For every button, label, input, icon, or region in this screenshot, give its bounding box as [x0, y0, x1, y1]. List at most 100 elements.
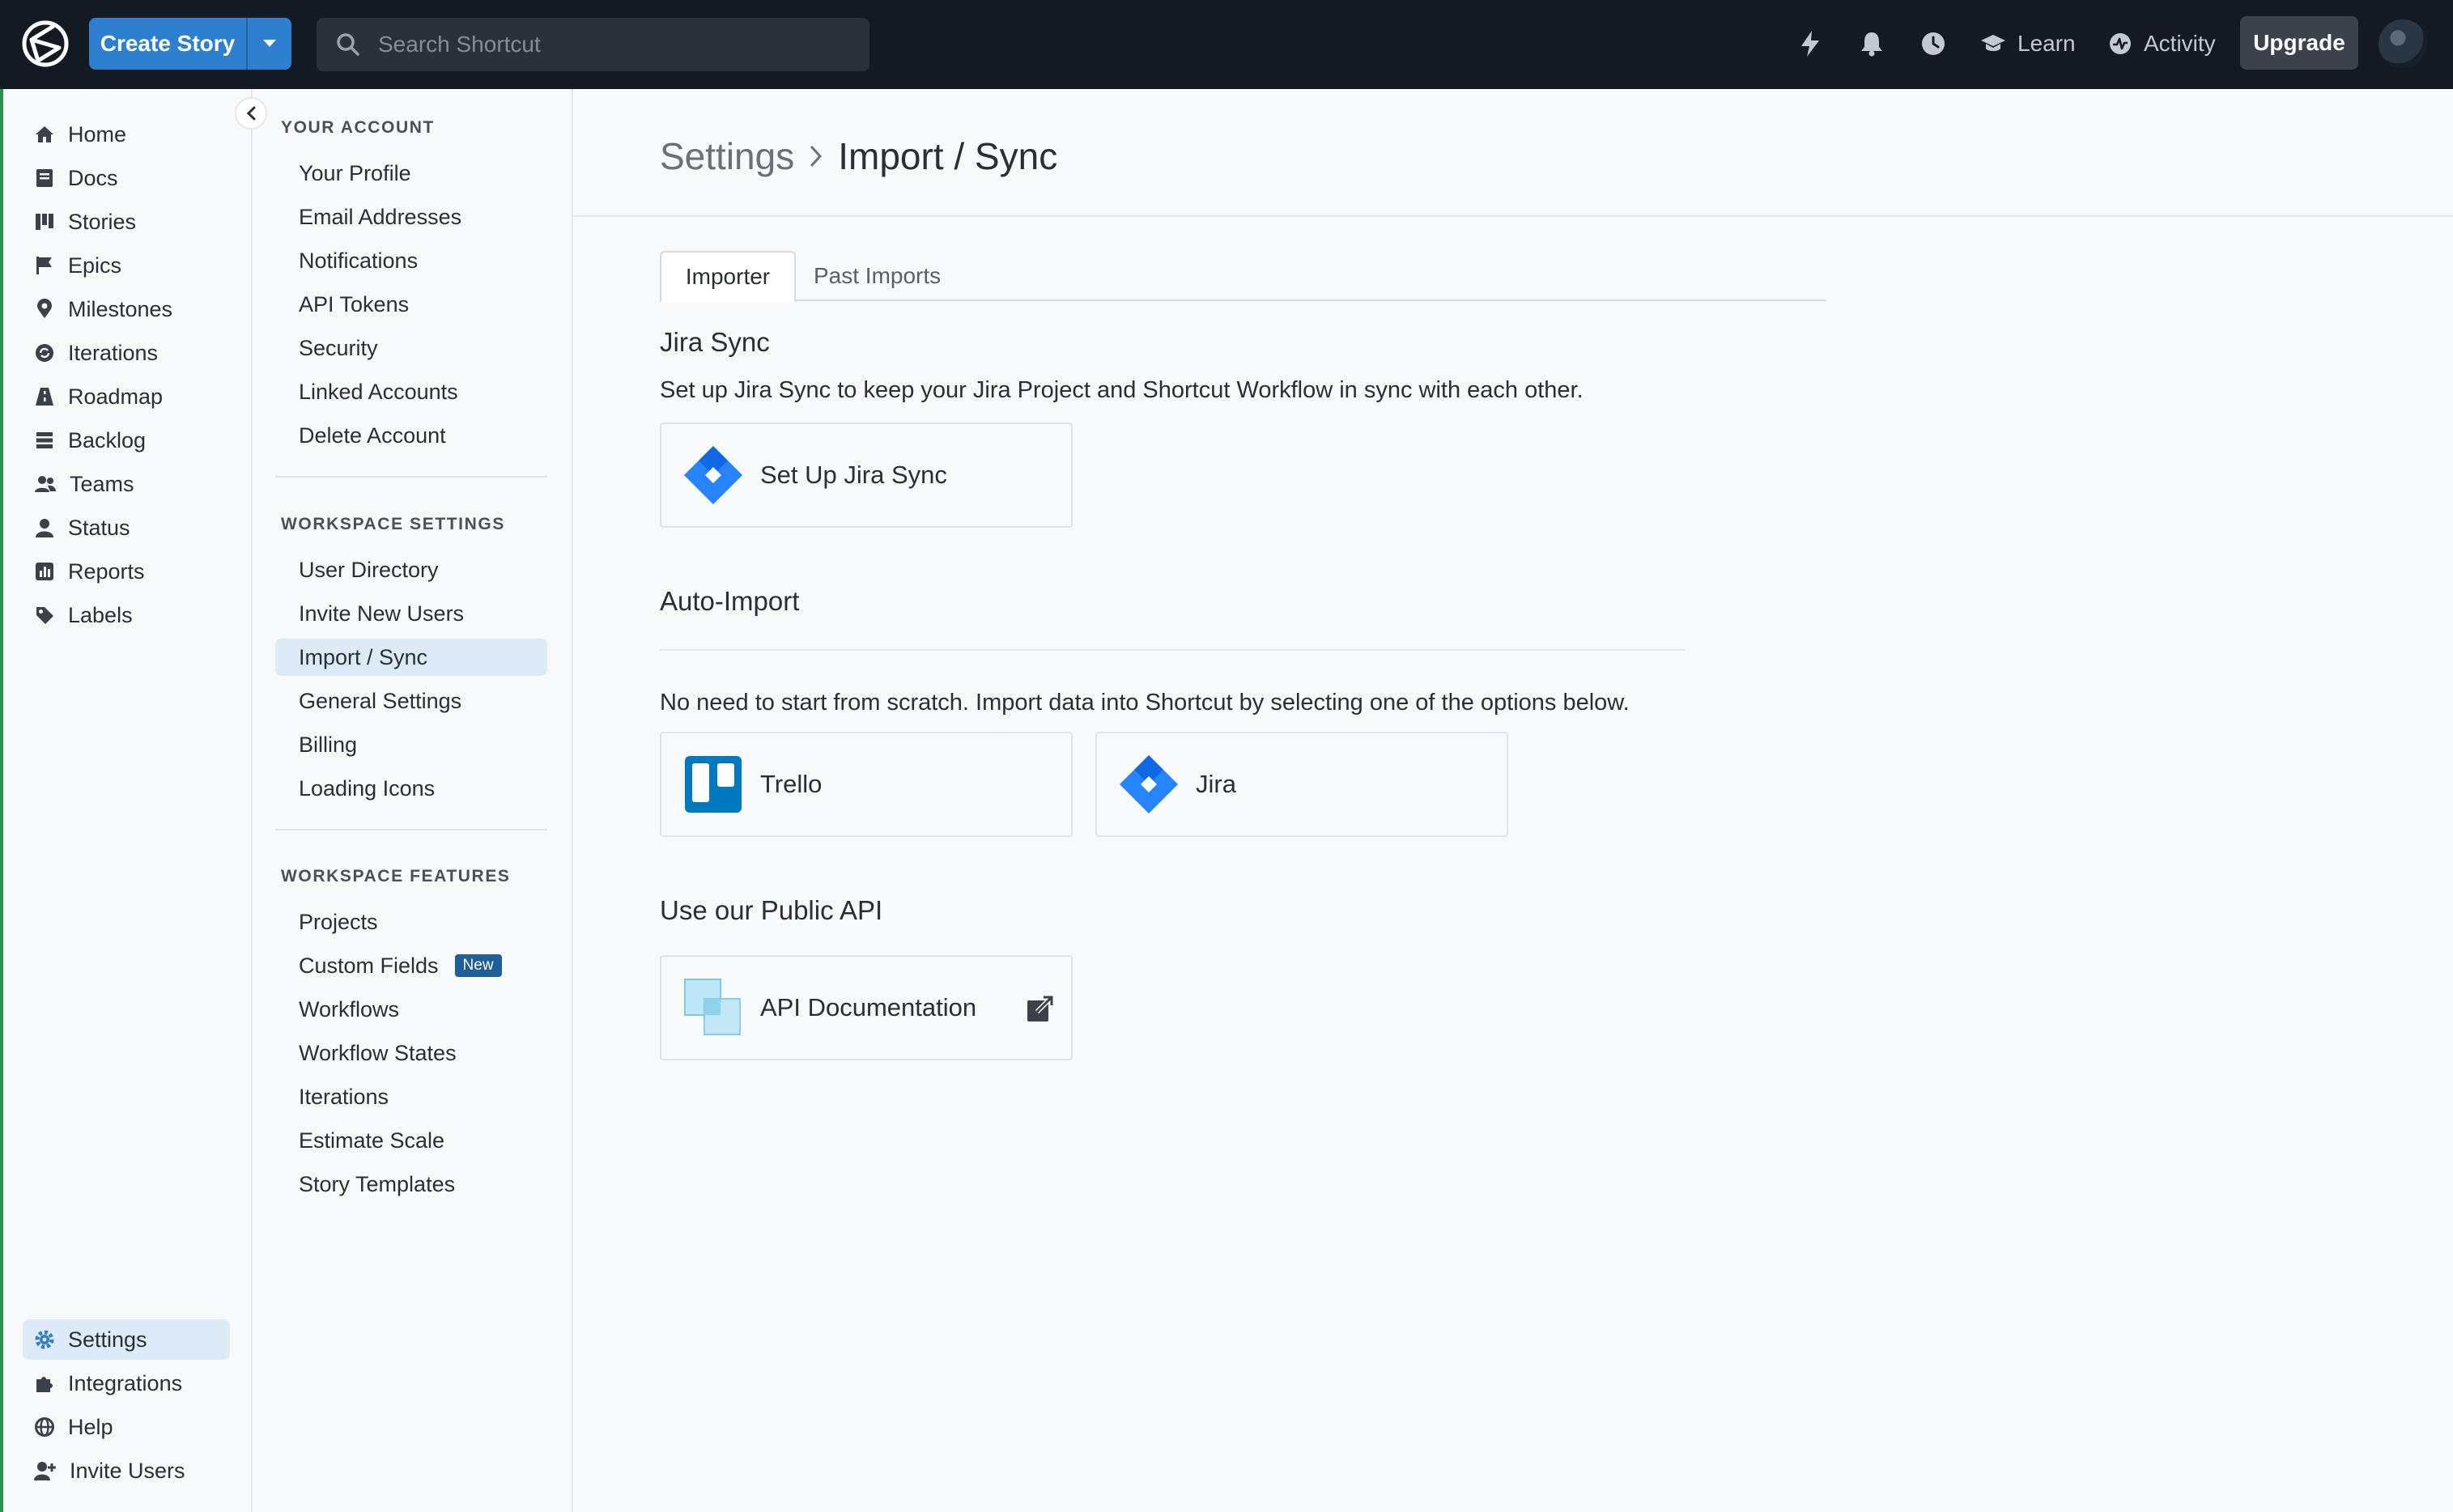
- breadcrumb-settings-link[interactable]: Settings: [660, 134, 794, 178]
- settings-item-workflow-states[interactable]: Workflow States: [275, 1034, 547, 1072]
- settings-item-iterations[interactable]: Iterations: [275, 1078, 547, 1115]
- learn-label: Learn: [2017, 31, 2076, 56]
- nav-item-reports[interactable]: Reports: [23, 551, 230, 592]
- nav-item-label: Help: [68, 1414, 113, 1439]
- nav-item-label: Teams: [70, 471, 134, 496]
- puzzle-icon: [36, 1377, 53, 1392]
- nav-item-integrations[interactable]: Integrations: [23, 1363, 230, 1404]
- nav-item-backlog[interactable]: Backlog: [23, 420, 230, 461]
- api-squares-icon: [682, 977, 744, 1038]
- kanban-icon: [36, 214, 53, 230]
- external-link-icon: [1026, 994, 1055, 1030]
- trello-icon: [682, 754, 744, 815]
- search-input[interactable]: Search Shortcut: [317, 18, 869, 71]
- nav-item-label: Milestones: [68, 296, 173, 321]
- nav-item-iterations[interactable]: Iterations: [23, 333, 230, 373]
- api-documentation-button[interactable]: API Documentation: [660, 955, 1073, 1060]
- nav-item-roadmap[interactable]: Roadmap: [23, 376, 230, 417]
- set-up-jira-sync-button[interactable]: Set Up Jira Sync: [660, 423, 1073, 528]
- settings-item-user-directory[interactable]: User Directory: [275, 551, 547, 588]
- activity-link[interactable]: Activity: [2108, 24, 2216, 63]
- tab-importer[interactable]: Importer: [660, 251, 796, 303]
- search-placeholder: Search Shortcut: [378, 32, 541, 57]
- nav-item-milestones[interactable]: Milestones: [23, 289, 230, 329]
- road-icon: [36, 388, 53, 406]
- auto-import-description: No need to start from scratch. Import da…: [660, 690, 1630, 716]
- nav-item-labels[interactable]: Labels: [23, 595, 230, 635]
- tab-past-imports[interactable]: Past Imports: [814, 251, 941, 301]
- nav-item-home[interactable]: Home: [23, 114, 230, 155]
- nav-item-label: Iterations: [68, 340, 159, 365]
- nav-item-settings[interactable]: Settings: [23, 1319, 230, 1360]
- workspace-settings-heading: WORKSPACE SETTINGS: [281, 515, 505, 533]
- nav-item-label: Roadmap: [68, 384, 164, 409]
- settings-item-loading-icons[interactable]: Loading Icons: [275, 770, 547, 807]
- new-badge: New: [454, 954, 502, 977]
- workspace-features-heading: WORKSPACE FEATURES: [281, 867, 511, 886]
- custom-fields-label: Custom Fields: [299, 953, 439, 978]
- settings-item-workflows[interactable]: Workflows: [275, 991, 547, 1028]
- set-up-jira-sync-label: Set Up Jira Sync: [760, 461, 947, 489]
- tag-icon: [36, 607, 53, 624]
- settings-item-security[interactable]: Security: [275, 329, 547, 367]
- settings-item-story-templates[interactable]: Story Templates: [275, 1166, 547, 1203]
- collapse-sidebar-button[interactable]: [235, 97, 267, 130]
- settings-item-api-tokens[interactable]: API Tokens: [275, 286, 547, 323]
- auto-import-heading: Auto-Import: [660, 586, 800, 616]
- settings-item-import-sync[interactable]: Import / Sync: [275, 639, 547, 676]
- settings-item-billing[interactable]: Billing: [275, 726, 547, 763]
- person-icon: [36, 519, 53, 537]
- settings-item-delete-account[interactable]: Delete Account: [275, 417, 547, 454]
- nav-item-label: Status: [68, 515, 130, 540]
- nav-item-label: Settings: [68, 1327, 147, 1352]
- home-icon: [36, 126, 53, 142]
- upgrade-button[interactable]: Upgrade: [2240, 16, 2358, 70]
- nav-item-help[interactable]: Help: [23, 1407, 230, 1447]
- auto-import-divider: [660, 649, 1685, 651]
- your-account-heading: YOUR ACCOUNT: [281, 118, 435, 137]
- settings-item-projects[interactable]: Projects: [275, 903, 547, 941]
- shortcut-logo-icon[interactable]: [19, 18, 71, 70]
- breadcrumb: Settings Import / Sync: [660, 134, 1057, 178]
- bell-icon[interactable]: [1856, 28, 1888, 60]
- nav-item-epics[interactable]: Epics: [23, 245, 230, 286]
- create-story-split-button: Create Story: [89, 18, 291, 70]
- user-avatar[interactable]: [2379, 19, 2427, 68]
- settings-item-notifications[interactable]: Notifications: [275, 242, 547, 279]
- api-documentation-label: API Documentation: [760, 993, 977, 1021]
- create-options-dropdown[interactable]: [246, 18, 291, 70]
- jira-icon: [682, 444, 744, 506]
- settings-item-invite-new-users[interactable]: Invite New Users: [275, 595, 547, 632]
- nav-item-stories[interactable]: Stories: [23, 202, 230, 242]
- trello-label: Trello: [760, 770, 823, 798]
- nav-item-label: Reports: [68, 559, 145, 584]
- nav-item-status[interactable]: Status: [23, 508, 230, 548]
- header-divider: [573, 215, 2453, 217]
- settings-item-your-profile[interactable]: Your Profile: [275, 155, 547, 192]
- clock-icon[interactable]: [1917, 28, 1949, 60]
- jira-icon: [1118, 754, 1180, 815]
- jira-sync-description: Set up Jira Sync to keep your Jira Proje…: [660, 377, 1584, 403]
- create-story-button[interactable]: Create Story: [89, 18, 246, 70]
- lightning-icon[interactable]: [1794, 28, 1826, 60]
- settings-item-estimate-scale[interactable]: Estimate Scale: [275, 1122, 547, 1159]
- settings-item-linked-accounts[interactable]: Linked Accounts: [275, 373, 547, 410]
- nav-item-docs[interactable]: Docs: [23, 158, 230, 198]
- refresh-cycle-icon: [36, 344, 53, 362]
- nav-item-label: Docs: [68, 165, 118, 190]
- flag-icon: [36, 257, 52, 274]
- jira-label: Jira: [1196, 770, 1236, 798]
- nav-item-teams[interactable]: Teams: [23, 464, 230, 504]
- learn-link[interactable]: Learn: [1980, 24, 2076, 63]
- caret-down-icon: [263, 40, 276, 47]
- nav-item-invite-users[interactable]: Invite Users: [23, 1450, 230, 1491]
- settings-item-email-addresses[interactable]: Email Addresses: [275, 198, 547, 236]
- team-icon: [35, 476, 56, 492]
- settings-item-custom-fields[interactable]: Custom Fields New: [275, 947, 547, 984]
- add-user-icon: [34, 1462, 56, 1480]
- settings-divider: [275, 476, 547, 478]
- activity-label: Activity: [2144, 31, 2216, 56]
- settings-item-general-settings[interactable]: General Settings: [275, 682, 547, 720]
- import-trello-button[interactable]: Trello: [660, 732, 1073, 837]
- import-jira-button[interactable]: Jira: [1095, 732, 1508, 837]
